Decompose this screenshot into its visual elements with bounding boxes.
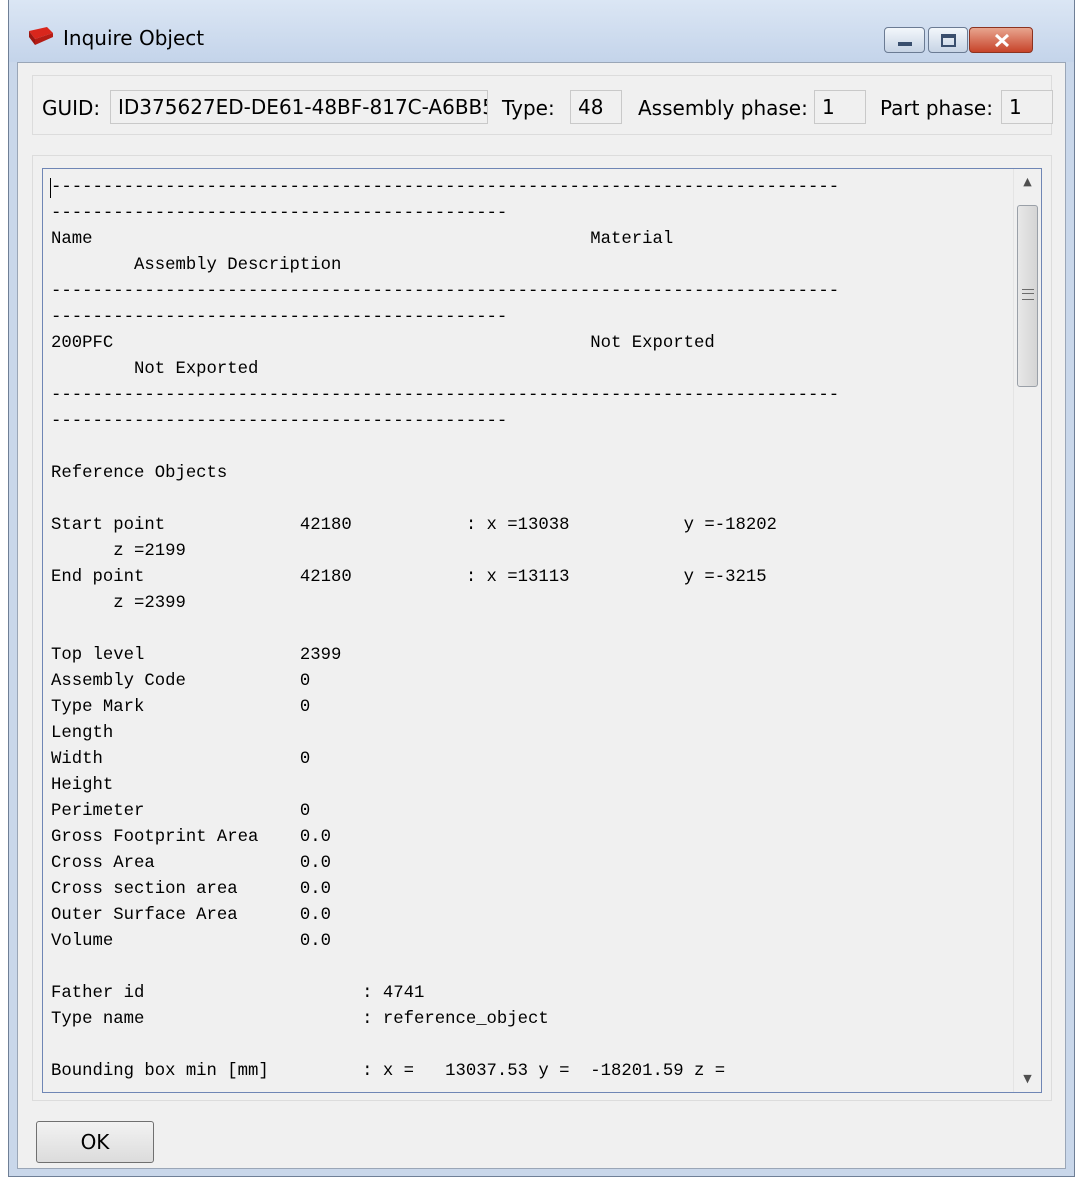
assembly-phase-label: Assembly phase:	[638, 96, 808, 120]
dialog-client-area: GUID: ID375627ED-DE61-48BF-817C-A6BB5B T…	[17, 62, 1066, 1169]
scroll-thumb[interactable]	[1017, 205, 1038, 387]
ok-button[interactable]: OK	[36, 1121, 154, 1163]
scroll-down-arrow-icon[interactable]: ▼	[1014, 1066, 1041, 1092]
inquire-object-window: Inquire Object GUID: ID375627ED-DE61-48B…	[8, 0, 1075, 1177]
close-button[interactable]	[969, 27, 1033, 53]
type-field[interactable]: 48	[570, 90, 622, 124]
part-phase-field[interactable]: 1	[1001, 90, 1053, 124]
minimize-icon	[898, 42, 912, 46]
grip-icon	[1022, 289, 1034, 300]
maximize-button[interactable]	[928, 27, 968, 53]
guid-field[interactable]: ID375627ED-DE61-48BF-817C-A6BB5B	[110, 90, 488, 124]
text-caret	[50, 178, 51, 198]
scroll-up-arrow-icon[interactable]: ▲	[1014, 169, 1041, 195]
type-label: Type:	[502, 96, 555, 120]
part-phase-label: Part phase:	[880, 96, 993, 120]
restore-icon	[941, 34, 956, 47]
minimize-button[interactable]	[884, 27, 925, 53]
report-textbox[interactable]: ----------------------------------------…	[42, 168, 1042, 1093]
app-icon	[29, 27, 53, 45]
report-text[interactable]: ----------------------------------------…	[51, 175, 1026, 1085]
title-bar[interactable]: Inquire Object	[9, 0, 1074, 62]
assembly-phase-field[interactable]: 1	[814, 90, 866, 124]
guid-label: GUID:	[42, 96, 101, 120]
close-icon	[994, 33, 1010, 48]
vertical-scrollbar[interactable]: ▲ ▼	[1013, 169, 1041, 1092]
window-title: Inquire Object	[63, 26, 205, 50]
